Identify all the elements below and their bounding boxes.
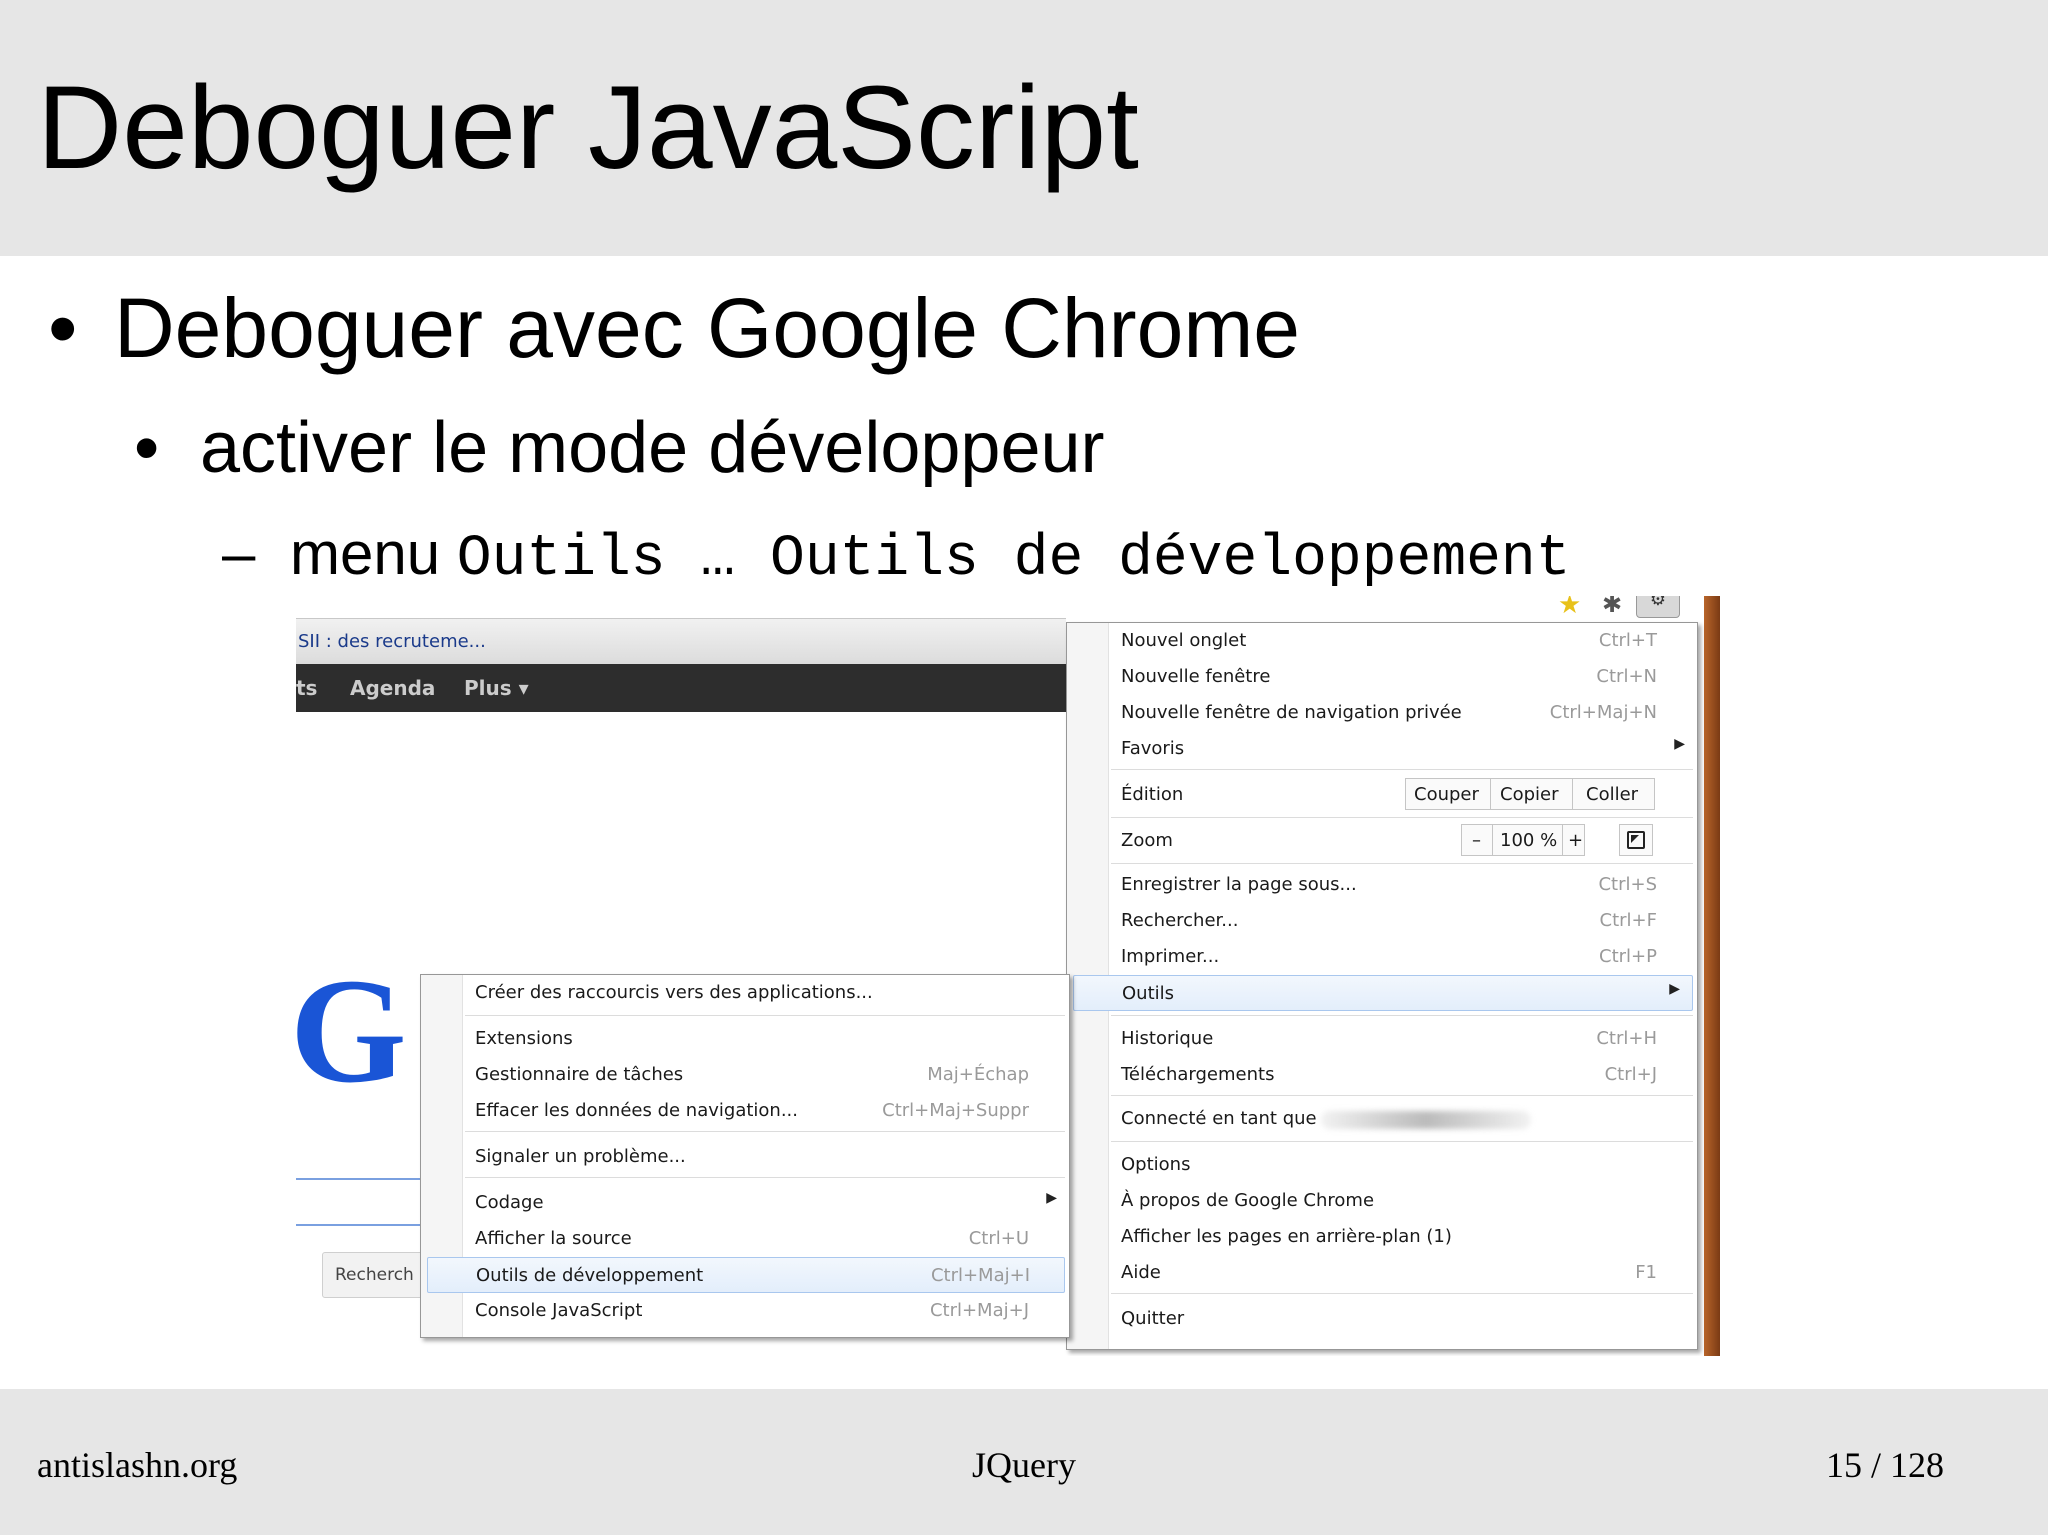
fullscreen-icon[interactable] bbox=[1619, 824, 1653, 856]
menu-separator bbox=[1111, 769, 1693, 771]
zoom-level: 100 % bbox=[1500, 830, 1558, 851]
paste-button[interactable]: Coller bbox=[1586, 784, 1638, 805]
submenu-item-report-issue[interactable]: Signaler un problème... bbox=[421, 1139, 1069, 1175]
wrench-icon[interactable]: ⚙ bbox=[1636, 596, 1680, 618]
bullet-level-1: • Deboguer avec Google Chrome bbox=[48, 278, 1300, 378]
menu-separator bbox=[1111, 1141, 1693, 1143]
menu-path-code: Outils … Outils de développement bbox=[456, 527, 1571, 592]
menu-item-new-tab[interactable]: Nouvel onglet Ctrl+T bbox=[1067, 623, 1697, 659]
menu-separator bbox=[1111, 817, 1693, 819]
menu-item-help[interactable]: Aide F1 bbox=[1067, 1255, 1697, 1291]
bullet-prefix: menu bbox=[290, 520, 441, 587]
menu-separator bbox=[465, 1015, 1065, 1017]
submenu-item-javascript-console[interactable]: Console JavaScript Ctrl+Maj+J bbox=[421, 1293, 1069, 1329]
menu-item-history[interactable]: Historique Ctrl+H bbox=[1067, 1021, 1697, 1057]
menu-item-new-window[interactable]: Nouvelle fenêtre Ctrl+N bbox=[1067, 659, 1697, 695]
blurred-account bbox=[1321, 1111, 1531, 1129]
menu-item-background-pages[interactable]: Afficher les pages en arrière-plan (1) bbox=[1067, 1219, 1697, 1255]
star-icon[interactable]: ★ bbox=[1558, 596, 1581, 620]
cut-button[interactable]: Couper bbox=[1414, 784, 1479, 805]
menu-separator bbox=[1111, 1095, 1693, 1097]
slide-title: Deboguer JavaScript bbox=[37, 62, 1139, 194]
menu-separator bbox=[1111, 1293, 1693, 1295]
menu-item-edit: Édition Couper Copier Coller bbox=[1067, 775, 1697, 815]
submenu-arrow-icon: ▶ bbox=[1674, 736, 1685, 752]
menu-item-print[interactable]: Imprimer... Ctrl+P bbox=[1067, 939, 1697, 975]
menu-separator bbox=[1111, 863, 1693, 865]
menu-item-options[interactable]: Options bbox=[1067, 1147, 1697, 1183]
search-field-top-edge bbox=[296, 1178, 426, 1180]
title-bar: Deboguer JavaScript bbox=[0, 0, 2048, 256]
submenu-arrow-icon: ▶ bbox=[1046, 1190, 1057, 1206]
tools-submenu: Créer des raccourcis vers des applicatio… bbox=[420, 974, 1070, 1338]
bullet-text: activer le mode développeur bbox=[200, 408, 1105, 488]
menu-item-save-page[interactable]: Enregistrer la page sous... Ctrl+S bbox=[1067, 867, 1697, 903]
submenu-item-clear-browsing-data[interactable]: Effacer les données de navigation... Ctr… bbox=[421, 1093, 1069, 1129]
browser-toolbar-icons: ★ ✱ ⚙ bbox=[1558, 596, 1720, 620]
menu-item-tools[interactable]: Outils ▶ bbox=[1073, 975, 1693, 1011]
bullet-level-3: – menu Outils … Outils de développement bbox=[222, 518, 1571, 596]
gbar-link-plus[interactable]: Plus ▾ bbox=[464, 676, 529, 700]
submenu-item-extensions[interactable]: Extensions bbox=[421, 1021, 1069, 1057]
submenu-item-view-source[interactable]: Afficher la source Ctrl+U bbox=[421, 1221, 1069, 1257]
submenu-item-create-shortcuts[interactable]: Créer des raccourcis vers des applicatio… bbox=[421, 975, 1069, 1011]
browser-tab[interactable]: SII : des recruteme... bbox=[296, 618, 1066, 664]
bullet-marker: • bbox=[48, 281, 78, 375]
menu-item-about-chrome[interactable]: À propos de Google Chrome bbox=[1067, 1183, 1697, 1219]
footer-topic: JQuery bbox=[972, 1445, 1076, 1485]
slide-footer: antislashn.org JQuery 15 / 128 bbox=[0, 1389, 2048, 1535]
zoom-out-button[interactable]: – bbox=[1472, 830, 1481, 851]
bullet-level-2: • activer le mode développeur bbox=[134, 405, 1105, 491]
gbar-link-agenda[interactable]: Agenda bbox=[350, 676, 435, 700]
menu-item-downloads[interactable]: Téléchargements Ctrl+J bbox=[1067, 1057, 1697, 1093]
zoom-control: – 100 % + bbox=[1461, 824, 1585, 856]
menu-item-find[interactable]: Rechercher... Ctrl+F bbox=[1067, 903, 1697, 939]
submenu-item-encoding[interactable]: Codage ▶ bbox=[421, 1185, 1069, 1221]
menu-separator bbox=[465, 1131, 1065, 1133]
menu-item-bookmarks[interactable]: Favoris ▶ bbox=[1067, 731, 1697, 767]
menu-item-signed-in-as[interactable]: Connecté en tant que bbox=[1067, 1101, 1697, 1137]
menu-item-quit[interactable]: Quitter bbox=[1067, 1301, 1697, 1337]
submenu-arrow-icon: ▶ bbox=[1669, 981, 1680, 997]
tab-title: SII : des recruteme... bbox=[298, 631, 486, 652]
bug-icon[interactable]: ✱ bbox=[1602, 596, 1622, 618]
search-field-bottom-edge bbox=[296, 1224, 426, 1226]
menu-separator bbox=[465, 1177, 1065, 1179]
dash-marker: – bbox=[222, 520, 256, 587]
copy-button[interactable]: Copier bbox=[1500, 784, 1558, 805]
page-number: 15 / 128 bbox=[1825, 1445, 1944, 1485]
submenu-item-task-manager[interactable]: Gestionnaire de tâches Maj+Échap bbox=[421, 1057, 1069, 1093]
google-logo: G bbox=[296, 948, 407, 1114]
bullet-text: Deboguer avec Google Chrome bbox=[114, 281, 1301, 375]
chrome-menu-screenshot: ★ ✱ ⚙ SII : des recruteme... ts Agenda P… bbox=[296, 596, 1720, 1356]
footer-site: antislashn.org bbox=[37, 1445, 238, 1485]
gbar-link[interactable]: ts bbox=[296, 676, 317, 700]
edit-button-group: Couper Copier Coller bbox=[1405, 778, 1655, 810]
window-edge bbox=[1704, 596, 1720, 1356]
bullet-marker: • bbox=[134, 408, 160, 488]
menu-item-incognito-window[interactable]: Nouvelle fenêtre de navigation privée Ct… bbox=[1067, 695, 1697, 731]
google-bar: ts Agenda Plus ▾ bbox=[296, 664, 1066, 712]
menu-item-zoom: Zoom – 100 % + bbox=[1067, 821, 1697, 861]
search-button[interactable]: Recherch bbox=[322, 1252, 432, 1298]
submenu-item-developer-tools[interactable]: Outils de développement Ctrl+Maj+I bbox=[427, 1257, 1065, 1293]
zoom-in-button[interactable]: + bbox=[1568, 830, 1583, 851]
chrome-main-menu: Nouvel onglet Ctrl+T Nouvelle fenêtre Ct… bbox=[1066, 622, 1698, 1350]
menu-separator bbox=[1111, 1015, 1693, 1017]
